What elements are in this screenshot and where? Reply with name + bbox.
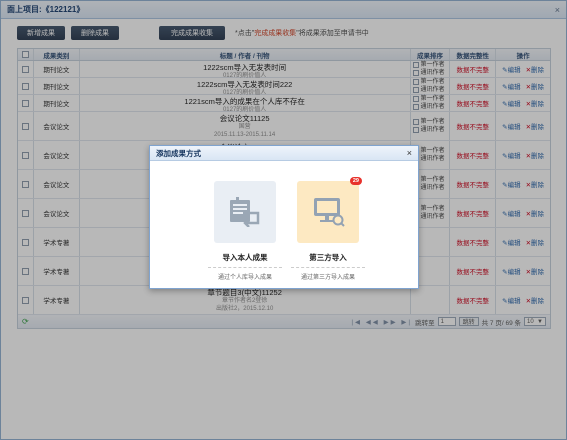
third-party-label: 第三方导入 bbox=[309, 253, 347, 262]
notification-badge: 29 bbox=[349, 177, 362, 185]
third-party-option[interactable]: 29 第三方导入 通过第三方导入成果 bbox=[291, 177, 365, 281]
document-import-icon[interactable] bbox=[214, 181, 276, 243]
third-party-desc: 通过第三方导入成果 bbox=[300, 275, 355, 281]
monitor-search-icon[interactable]: 29 bbox=[297, 177, 362, 243]
import-own-desc: 通过个人库导入成果 bbox=[217, 275, 272, 281]
add-result-dialog: 添加成果方式 × 导入本人成果 通过个人库导入成果 29 第三方导入 通过第三方… bbox=[149, 145, 419, 289]
dialog-header: 添加成果方式 × bbox=[150, 146, 418, 161]
dialog-title: 添加成果方式 bbox=[156, 148, 201, 158]
dialog-close-icon[interactable]: × bbox=[407, 148, 412, 158]
import-own-label: 导入本人成果 bbox=[222, 253, 268, 262]
import-own-option[interactable]: 导入本人成果 通过个人库导入成果 bbox=[208, 181, 282, 281]
